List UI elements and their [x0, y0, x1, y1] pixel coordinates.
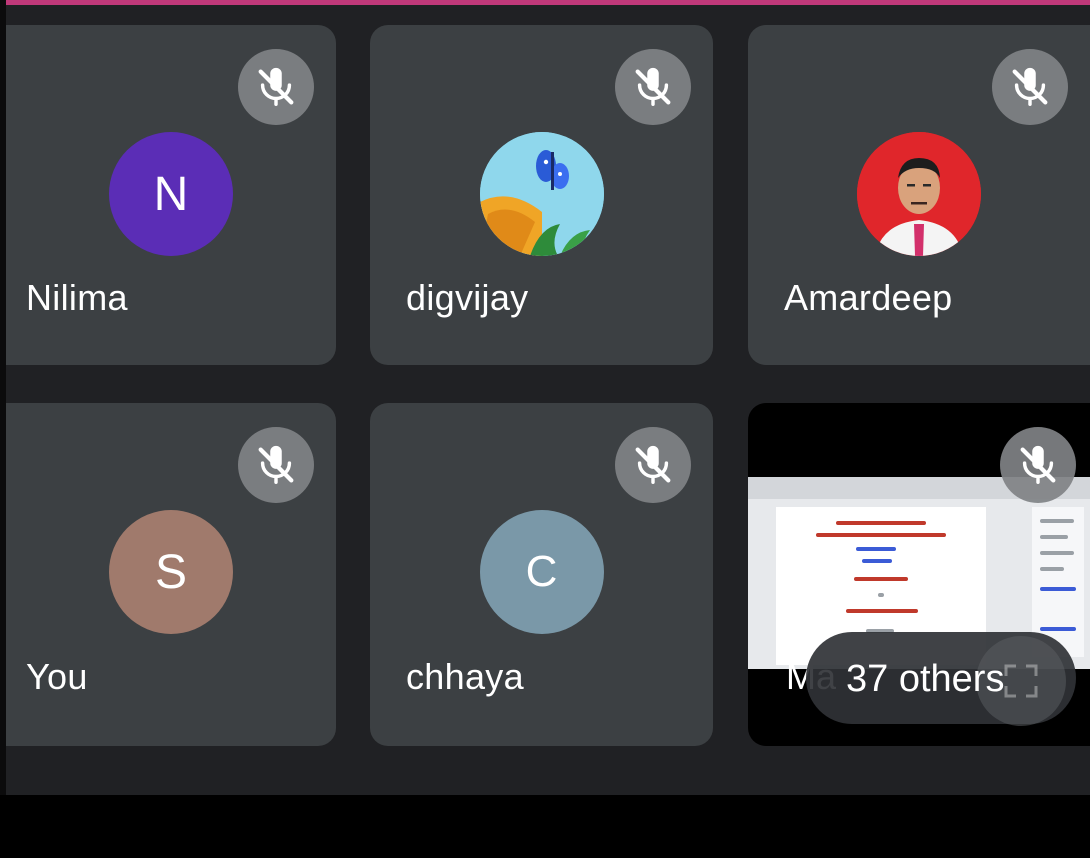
avatar-initial: S [154, 545, 187, 599]
participant-tile-you[interactable]: S You [6, 403, 336, 746]
mic-off-icon [238, 49, 314, 125]
participant-tile-chhaya[interactable]: C chhaya [370, 403, 713, 746]
mic-off-icon [615, 49, 691, 125]
avatar-butterfly-image [479, 132, 604, 256]
avatar-initial: C [525, 547, 558, 596]
avatar: S [109, 510, 233, 634]
participant-name: chhaya [406, 656, 524, 697]
mic-off-icon [615, 427, 691, 503]
avatar: N [109, 132, 233, 256]
mic-off-icon [992, 49, 1068, 125]
participant-name: You [26, 656, 88, 697]
participant-tile-amardeep[interactable]: Amardeep [748, 25, 1090, 365]
mic-off-icon [1000, 427, 1076, 503]
participant-name: Amardeep [784, 277, 953, 318]
participant-tile-digvijay[interactable]: digvijay [370, 25, 713, 365]
mic-off-icon [238, 427, 314, 503]
participant-tile-nilima[interactable]: N Nilima [6, 25, 336, 365]
bottom-black-bar [0, 795, 1090, 858]
participant-name: Nilima [26, 277, 128, 318]
others-count-label: 37 others [846, 658, 1005, 700]
avatar: C [479, 510, 604, 634]
avatar-person-photo [857, 132, 981, 256]
avatar-initial: N [153, 167, 189, 221]
participant-name: digvijay [406, 277, 529, 318]
